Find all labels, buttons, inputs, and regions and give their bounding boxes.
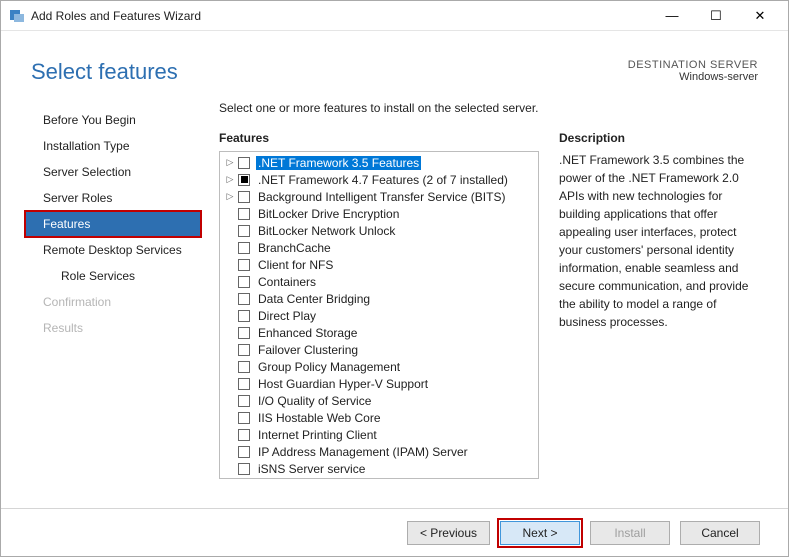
- expand-icon[interactable]: ▷: [224, 174, 236, 186]
- nav-item[interactable]: Features: [25, 211, 201, 237]
- columns: Features ▷ .NET Framework 3.5 Features ▷ .N…: [219, 131, 758, 508]
- description-column: Description .NET Framework 3.5 combines …: [559, 131, 758, 508]
- minimize-button[interactable]: —: [650, 2, 694, 30]
- titlebar: Add Roles and Features Wizard — ☐ ✕: [1, 1, 788, 31]
- feature-checkbox[interactable]: [238, 463, 250, 475]
- feature-checkbox[interactable]: [238, 395, 250, 407]
- feature-checkbox[interactable]: [238, 412, 250, 424]
- close-button[interactable]: ✕: [738, 2, 782, 30]
- feature-label[interactable]: .NET Framework 4.7 Features (2 of 7 inst…: [256, 173, 510, 187]
- feature-row[interactable]: Direct Play: [224, 307, 534, 324]
- wizard-window: Add Roles and Features Wizard — ☐ ✕ Sele…: [0, 0, 789, 557]
- feature-label[interactable]: Data Center Bridging: [256, 292, 372, 306]
- window-title: Add Roles and Features Wizard: [31, 9, 650, 23]
- feature-label[interactable]: IIS Hostable Web Core: [256, 411, 383, 425]
- feature-checkbox[interactable]: [238, 276, 250, 288]
- feature-row[interactable]: ▷ .NET Framework 3.5 Features: [224, 154, 534, 171]
- install-button: Install: [590, 521, 670, 545]
- feature-row[interactable]: IP Address Management (IPAM) Server: [224, 443, 534, 460]
- feature-label[interactable]: Direct Play: [256, 309, 318, 323]
- destination-block: DESTINATION SERVER Windows-server: [628, 59, 758, 83]
- feature-checkbox[interactable]: [238, 378, 250, 390]
- cancel-button[interactable]: Cancel: [680, 521, 760, 545]
- nav-sidebar: Before You BeginInstallation TypeServer …: [1, 101, 201, 508]
- feature-label[interactable]: iSNS Server service: [256, 462, 367, 476]
- feature-row[interactable]: BranchCache: [224, 239, 534, 256]
- feature-checkbox[interactable]: [238, 174, 250, 186]
- feature-label[interactable]: I/O Quality of Service: [256, 394, 373, 408]
- feature-row[interactable]: Group Policy Management: [224, 358, 534, 375]
- feature-checkbox[interactable]: [238, 157, 250, 169]
- feature-row[interactable]: ▷ .NET Framework 4.7 Features (2 of 7 ins…: [224, 171, 534, 188]
- feature-label[interactable]: Client for NFS: [256, 258, 335, 272]
- destination-label: DESTINATION SERVER: [628, 59, 758, 71]
- page-title: Select features: [31, 59, 178, 85]
- nav-item: Confirmation: [25, 289, 201, 315]
- feature-row[interactable]: Failover Clustering: [224, 341, 534, 358]
- feature-checkbox[interactable]: [238, 344, 250, 356]
- footer: < Previous Next > Install Cancel: [1, 508, 788, 556]
- feature-checkbox[interactable]: [238, 191, 250, 203]
- feature-row[interactable]: I/O Quality of Service: [224, 392, 534, 409]
- feature-row[interactable]: IIS Hostable Web Core: [224, 409, 534, 426]
- feature-row[interactable]: Enhanced Storage: [224, 324, 534, 341]
- description-header: Description: [559, 131, 758, 145]
- feature-row[interactable]: iSNS Server service: [224, 460, 534, 477]
- feature-row[interactable]: Client for NFS: [224, 256, 534, 273]
- maximize-button[interactable]: ☐: [694, 2, 738, 30]
- nav-item: Results: [25, 315, 201, 341]
- feature-label[interactable]: BitLocker Drive Encryption: [256, 207, 401, 221]
- header-area: Select features DESTINATION SERVER Windo…: [1, 31, 788, 101]
- nav-item[interactable]: Server Roles: [25, 185, 201, 211]
- feature-checkbox[interactable]: [238, 293, 250, 305]
- feature-row[interactable]: Internet Printing Client: [224, 426, 534, 443]
- feature-row[interactable]: BitLocker Network Unlock: [224, 222, 534, 239]
- previous-button[interactable]: < Previous: [407, 521, 490, 545]
- feature-checkbox[interactable]: [238, 225, 250, 237]
- feature-checkbox[interactable]: [238, 446, 250, 458]
- feature-checkbox[interactable]: [238, 208, 250, 220]
- feature-label[interactable]: Group Policy Management: [256, 360, 402, 374]
- features-header: Features: [219, 131, 539, 145]
- feature-row[interactable]: Data Center Bridging: [224, 290, 534, 307]
- expand-icon[interactable]: ▷: [224, 191, 236, 203]
- feature-label[interactable]: .NET Framework 3.5 Features: [256, 156, 421, 170]
- main-panel: Select one or more features to install o…: [201, 101, 758, 508]
- feature-label[interactable]: Internet Printing Client: [256, 428, 379, 442]
- feature-label[interactable]: Containers: [256, 275, 318, 289]
- feature-checkbox[interactable]: [238, 361, 250, 373]
- feature-label[interactable]: BranchCache: [256, 241, 333, 255]
- app-icon: [9, 8, 25, 24]
- feature-label[interactable]: Enhanced Storage: [256, 326, 359, 340]
- feature-label[interactable]: IP Address Management (IPAM) Server: [256, 445, 470, 459]
- nav-item[interactable]: Server Selection: [25, 159, 201, 185]
- body-area: Before You BeginInstallation TypeServer …: [1, 101, 788, 508]
- feature-checkbox[interactable]: [238, 259, 250, 271]
- feature-row[interactable]: Containers: [224, 273, 534, 290]
- feature-row[interactable]: BitLocker Drive Encryption: [224, 205, 534, 222]
- intro-text: Select one or more features to install o…: [219, 101, 758, 115]
- nav-item[interactable]: Role Services: [25, 263, 201, 289]
- feature-label[interactable]: Background Intelligent Transfer Service …: [256, 190, 507, 204]
- features-column: Features ▷ .NET Framework 3.5 Features ▷ .N…: [219, 131, 539, 508]
- features-tree[interactable]: ▷ .NET Framework 3.5 Features ▷ .NET Framew…: [219, 151, 539, 479]
- feature-checkbox[interactable]: [238, 429, 250, 441]
- description-text: .NET Framework 3.5 combines the power of…: [559, 151, 758, 331]
- feature-label[interactable]: Host Guardian Hyper-V Support: [256, 377, 430, 391]
- nav-item[interactable]: Installation Type: [25, 133, 201, 159]
- feature-checkbox[interactable]: [238, 310, 250, 322]
- window-controls: — ☐ ✕: [650, 2, 782, 30]
- feature-row[interactable]: Host Guardian Hyper-V Support: [224, 375, 534, 392]
- feature-checkbox[interactable]: [238, 242, 250, 254]
- feature-row[interactable]: ▷ Background Intelligent Transfer Service…: [224, 188, 534, 205]
- destination-name: Windows-server: [628, 71, 758, 83]
- feature-label[interactable]: BitLocker Network Unlock: [256, 224, 397, 238]
- next-button[interactable]: Next >: [500, 521, 580, 545]
- nav-item[interactable]: Remote Desktop Services: [25, 237, 201, 263]
- feature-checkbox[interactable]: [238, 327, 250, 339]
- nav-item[interactable]: Before You Begin: [25, 107, 201, 133]
- feature-label[interactable]: Failover Clustering: [256, 343, 360, 357]
- expand-icon[interactable]: ▷: [224, 157, 236, 169]
